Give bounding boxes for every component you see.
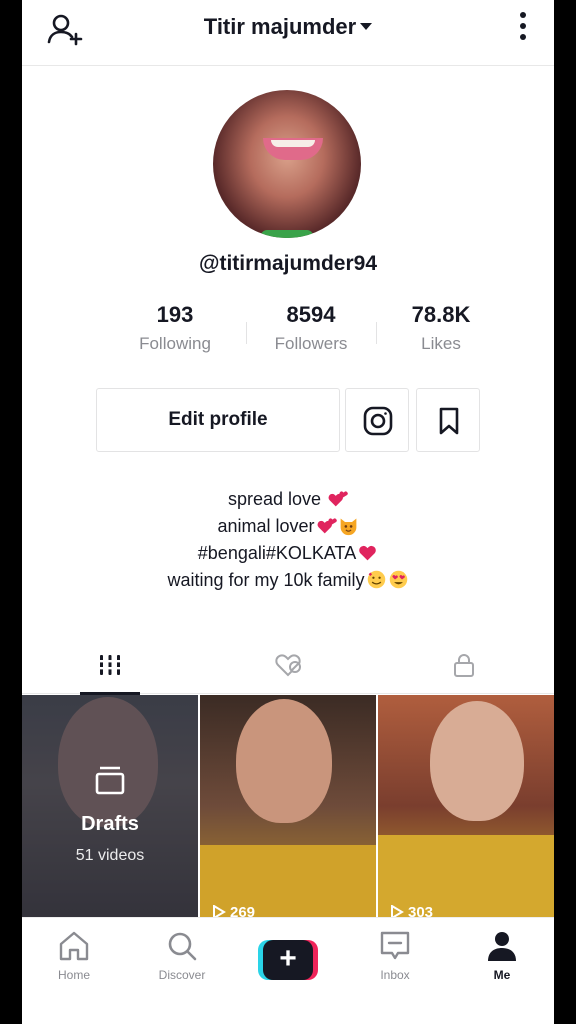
nav-discover-label: Discover [158,968,206,982]
tab-videos[interactable] [22,640,199,695]
bio-line-3: #bengali#KOLKATA [22,540,554,567]
avatar[interactable] [213,90,361,238]
play-icon [213,904,226,917]
create-button[interactable]: + [258,940,318,980]
search-icon [168,932,197,961]
hearts-emoji-icon [317,518,337,534]
likes-label: Likes [421,334,461,353]
more-options-icon[interactable] [516,12,530,44]
nav-home-label: Home [57,968,90,982]
instagram-icon [363,406,393,436]
page-title: Titir majumder [203,14,357,39]
bookmark-icon [439,407,459,435]
drafts-label: Drafts [81,813,139,835]
nav-inbox[interactable]: Inbox [355,930,435,982]
bio: spread love animal lover #bengali#KOLKAT… [22,486,554,594]
username: @titirmajumder94 [198,252,378,275]
nav-discover[interactable]: Discover [142,930,222,982]
chevron-down-icon [360,23,373,30]
nav-me-label: Me [493,968,511,982]
videos-grid-icon [97,655,123,675]
stats-row: 193 Following 8594 Followers 78.8K Likes [110,302,480,362]
likes-stat[interactable]: 78.8K Likes [376,302,506,354]
bottom-nav: Home Discover + Inbox Me [22,917,554,1005]
tab-liked[interactable] [199,640,376,694]
bio-line-4: waiting for my 10k family [22,567,554,594]
hearts-emoji-icon [328,491,348,507]
video-grid: Drafts 51 videos 269 303 [22,695,554,917]
private-lock-icon [454,654,474,677]
edit-profile-button[interactable]: Edit profile [96,388,340,452]
play-icon [391,904,404,917]
nav-inbox-label: Inbox [380,968,410,982]
profile-screen: Titir majumder @titirmajumder94 193 Foll… [22,0,554,1024]
following-count: 193 [156,302,194,327]
following-stat[interactable]: 193 Following [110,302,240,354]
smiling-hearts-emoji-icon [367,570,385,589]
profile-icon [488,932,516,961]
bio-line-2: animal lover [22,513,554,540]
followers-count: 8594 [286,302,336,327]
instagram-button[interactable] [345,388,409,452]
favorites-button[interactable] [416,388,480,452]
heart-emoji-icon [359,545,377,561]
drafts-count: 51 videos [75,847,145,864]
nav-me[interactable]: Me [462,930,542,982]
play-count: 303 [390,904,433,917]
top-bar: Titir majumder [22,0,554,66]
nav-home[interactable]: Home [34,930,114,982]
followers-label: Followers [274,334,348,353]
heart-eyes-emoji-icon [389,570,407,589]
home-icon [59,931,89,961]
play-count: 269 [212,904,255,917]
bio-line-1: spread love [22,486,554,513]
inbox-icon [380,931,410,960]
content-tabs [22,640,554,695]
drafts-icon [95,766,125,795]
plus-icon: + [263,940,313,980]
video-tile[interactable]: 269 [200,695,376,917]
drafts-tile[interactable]: Drafts 51 videos [22,695,198,917]
followers-stat[interactable]: 8594 Followers [246,302,376,354]
following-label: Following [139,334,211,353]
account-switcher[interactable]: Titir majumder [22,14,554,40]
liked-icon [275,654,301,677]
tab-private[interactable] [376,640,553,694]
video-tile[interactable]: 303 [378,695,554,917]
likes-count: 78.8K [411,302,471,327]
cat-emoji-icon [340,518,356,536]
